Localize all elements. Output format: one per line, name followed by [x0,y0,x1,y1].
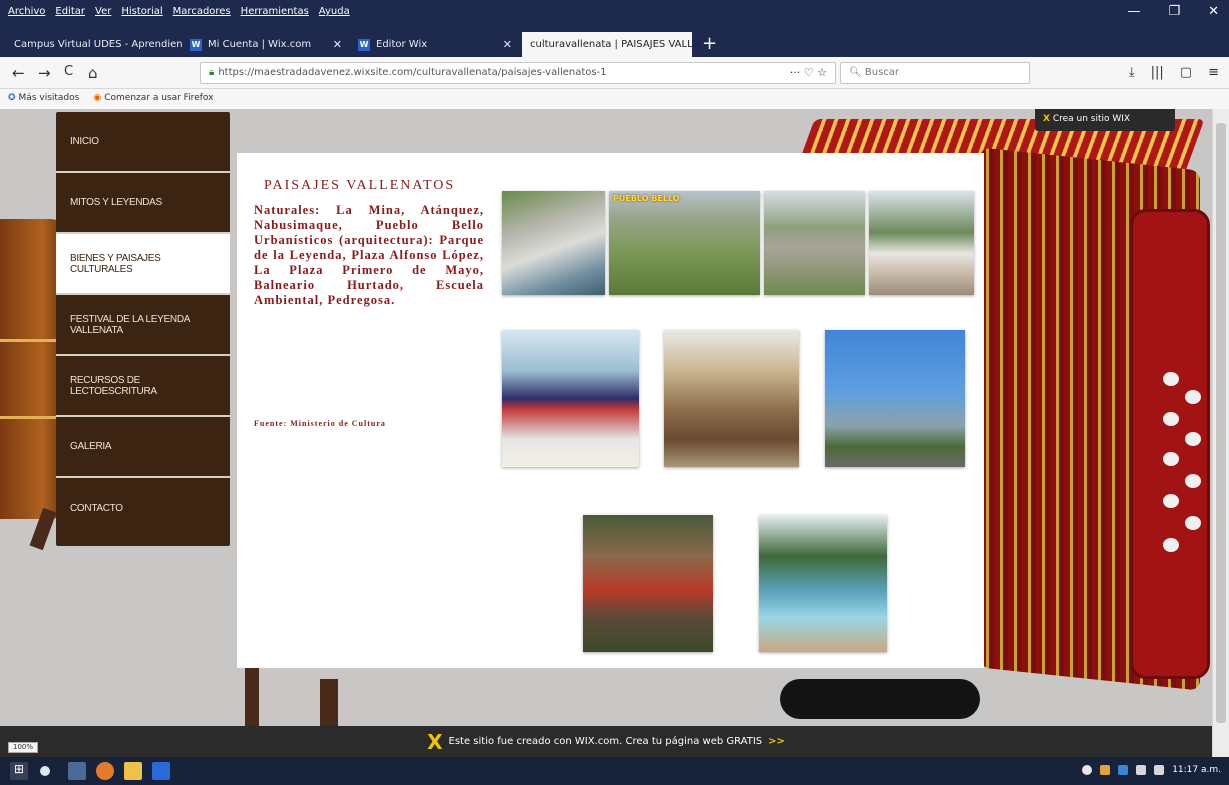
tab-bar: Campus Virtual UDES - Aprendiente ✕ W Mi… [0,30,1229,57]
new-tab-icon[interactable]: + [702,33,717,54]
wix-footer-arrows: >> [768,736,785,747]
photo-atanquez-village[interactable] [764,191,865,295]
windows-taskbar: ⊞ 11:17 a.m. [0,757,1229,785]
lock-icon: 🔒︎ [209,67,215,78]
task-view-icon[interactable] [68,762,86,780]
forward-arrow-icon[interactable]: → [38,64,51,82]
home-icon[interactable]: ⌂ [88,64,98,82]
photo-plaza-alfonso-lopez[interactable] [664,330,799,467]
system-tray: 11:17 a.m. [1082,765,1221,775]
hamburger-menu-icon[interactable]: ≡ [1208,65,1219,80]
photo-balneario-hurtado[interactable] [759,515,887,652]
photo-parque-de-la-leyenda[interactable] [502,330,639,467]
search-input[interactable]: 🔍︎ Buscar [840,62,1030,84]
accordion-strap [780,679,980,719]
search-icon: 🔍︎ [849,67,865,78]
page-scrollbar[interactable] [1212,109,1229,757]
minimize-button[interactable]: — [1127,4,1140,19]
wix-favicon-icon: W [358,38,370,51]
search-icon[interactable] [40,766,50,776]
nav-item-recursos[interactable]: RECURSOS DE LECTOESCRITURA [56,356,230,417]
stand-leg-decoration [245,664,259,726]
wix-footer-banner[interactable]: X Este sitio fue creado con WIX.com. Cre… [0,726,1212,757]
accordion-button-board [1130,209,1210,679]
wix-footer-text: Este sitio fue creado con WIX.com. Crea … [448,736,763,747]
menu-marcadores[interactable]: Marcadores [173,6,231,17]
nav-item-mitos-leyendas[interactable]: MITOS Y LEYENDAS [56,173,230,234]
page-viewport: X Crea un sitio WIX INICIO MITOS Y LEYEN… [0,109,1212,726]
wix-badge-label: Crea un sitio WIX [1052,114,1131,124]
nav-item-galeria[interactable]: GALERIA [56,417,230,478]
url-bar[interactable]: 🔒︎ https://maestradadavenez.wixsite.com/c… [200,62,836,84]
menu-archivo[interactable]: Archivo [8,6,45,17]
site-navigation: INICIO MITOS Y LEYENDAS BIENES Y PAISAJE… [56,112,230,546]
tab-culturavallenata[interactable]: culturavallenata | PAISAJES VALLEN ✕ [522,32,692,57]
tab-editor-wix[interactable]: W Editor Wix ✕ [350,32,520,57]
content-panel: PAISAJES VALLENATOS Naturales: La Mina, … [237,153,984,668]
photo-escuela-ambiental[interactable] [583,515,713,652]
menu-ver[interactable]: Ver [95,6,111,17]
photo-plaza-primero-de-mayo[interactable] [825,330,965,467]
nav-item-bienes-paisajes[interactable]: BIENES Y PAISAJES CULTURALES [56,234,230,295]
url-actions[interactable]: ··· ♡ ☆ [790,66,827,79]
menu-ayuda[interactable]: Ayuda [319,6,350,17]
tray-icon[interactable] [1082,765,1093,775]
photo-pueblo-bello[interactable]: PUEBLO BELLO [609,191,760,295]
source-credit: Fuente: Ministerio de Cultura [254,419,386,428]
tab-close-icon[interactable]: ✕ [503,38,512,51]
stand-leg-decoration [320,679,338,726]
star-icon: ✪ [8,93,16,103]
library-icon[interactable]: ||| [1151,65,1164,80]
tab-label: Mi Cuenta | Wix.com [208,39,312,50]
close-window-button[interactable]: ✕ [1208,4,1219,19]
menu-bar: Archivo Editar Ver Historial Marcadores … [0,0,1229,30]
photo-caption: PUEBLO BELLO [613,194,680,203]
app-taskbar-icon[interactable] [152,762,170,780]
tab-mi-cuenta-wix[interactable]: W Mi Cuenta | Wix.com ✕ [182,32,350,57]
volume-icon[interactable] [1154,765,1165,775]
page-title: PAISAJES VALLENATOS [264,178,456,193]
bookmarks-toolbar: ✪ Más visitados ◉ Comenzar a usar Firefox [0,89,1229,109]
clock[interactable]: 11:17 a.m. [1172,765,1221,775]
nav-item-inicio[interactable]: INICIO [56,112,230,173]
tray-icon[interactable] [1118,765,1129,775]
tray-icon[interactable] [1100,765,1111,775]
wix-x-icon: X [427,729,443,754]
back-arrow-icon[interactable]: ← [12,64,25,82]
menu-editar[interactable]: Editar [55,6,85,17]
tab-label: Editor Wix [376,39,428,50]
firefox-icon: ◉ [93,93,102,103]
wix-x-icon: X [1043,114,1050,124]
windows-start-icon[interactable]: ⊞ [10,762,28,780]
wix-favicon-icon: W [190,38,202,51]
file-explorer-icon[interactable] [124,762,142,780]
menu-herramientas[interactable]: Herramientas [241,6,309,17]
tab-close-icon[interactable]: ✕ [333,38,342,51]
page-body-text: Naturales: La Mina, Atánquez, Nabusimaqu… [254,203,484,307]
download-icon[interactable]: ⤓ [1129,65,1135,80]
bookmark-mas-visitados[interactable]: ✪ Más visitados [8,93,79,105]
network-icon[interactable] [1136,765,1147,775]
photo-la-mina-rocks[interactable] [502,191,605,295]
tab-label: Campus Virtual UDES - Aprendiente [14,39,182,50]
nav-item-festival[interactable]: FESTIVAL DE LA LEYENDA VALLENATA [56,295,230,356]
firefox-taskbar-icon[interactable] [96,762,114,780]
search-placeholder: Buscar [864,67,900,78]
menu-historial[interactable]: Historial [121,6,162,17]
scrollbar-thumb[interactable] [1216,123,1226,723]
sidebar-icon[interactable]: ▢ [1180,65,1192,80]
maximize-button[interactable]: ❐ [1168,4,1180,19]
bookmark-comenzar-firefox[interactable]: ◉ Comenzar a usar Firefox [93,93,213,105]
tab-campus-virtual[interactable]: Campus Virtual UDES - Aprendiente ✕ [6,32,182,57]
tab-label: culturavallenata | PAISAJES VALLEN [530,39,692,50]
navigation-bar: ← → C ⌂ 🔒︎ https://maestradadavenez.wixsi… [0,57,1229,89]
url-text: https://maestradadavenez.wixsite.com/cul… [218,67,607,78]
reload-icon[interactable]: C [64,64,73,79]
zoom-indicator: 100% [8,742,38,753]
photo-nabusimaque-monument[interactable] [869,191,974,295]
nav-item-contacto[interactable]: CONTACTO [56,478,230,539]
create-wix-site-badge[interactable]: X Crea un sitio WIX [1035,109,1175,131]
